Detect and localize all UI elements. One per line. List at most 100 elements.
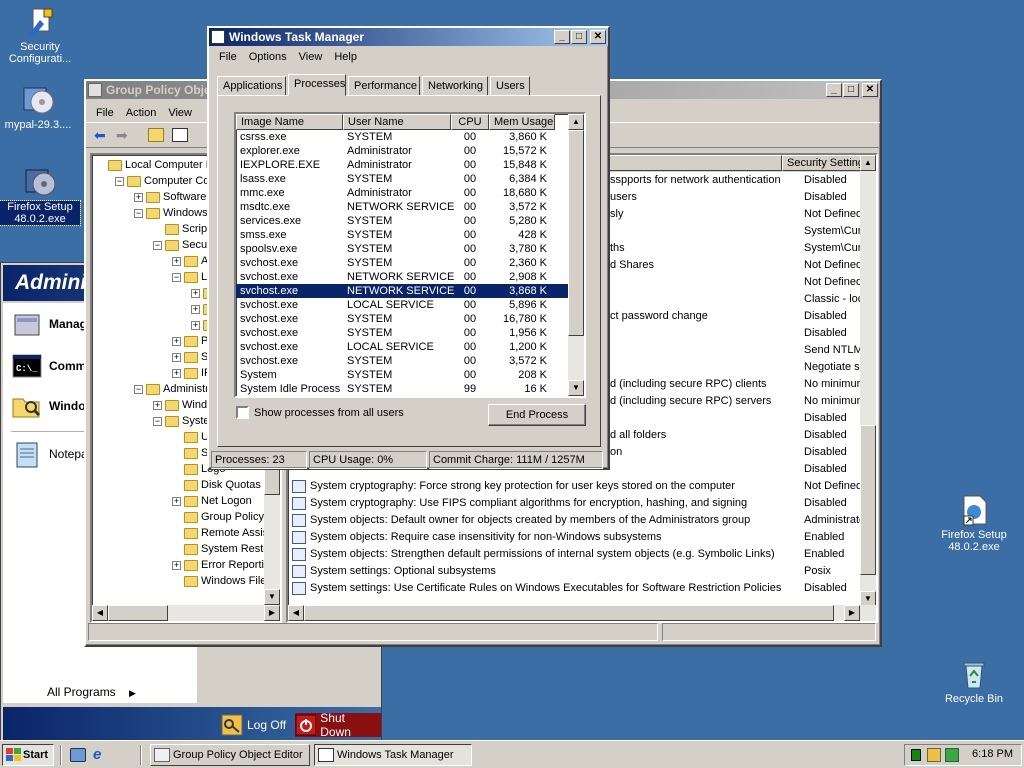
expand-icon[interactable]: + bbox=[172, 256, 181, 266]
scroll-up-arrow[interactable]: ▲ bbox=[568, 114, 584, 130]
process-row[interactable]: lsass.exe SYSTEM 00 6,384 K bbox=[236, 172, 584, 186]
policy-row[interactable]: System objects: Require case insensitivi… bbox=[288, 529, 876, 546]
show-all-processes-checkbox[interactable]: Show processes from all users bbox=[236, 406, 404, 419]
cpu-meter-icon[interactable] bbox=[911, 749, 921, 761]
collapse-icon[interactable]: − bbox=[134, 208, 143, 218]
scroll-down-arrow[interactable]: ▼ bbox=[264, 589, 280, 605]
start-item-notepad[interactable]: Notepa bbox=[11, 437, 88, 471]
desktop-icon-firefox-setup-right[interactable]: Firefox Setup 48.0.2.exe bbox=[934, 494, 1014, 553]
process-row[interactable]: svchost.exe SYSTEM 00 3,572 K bbox=[236, 354, 584, 368]
clock[interactable]: 6:18 PM bbox=[972, 748, 1013, 760]
menu-options[interactable]: Options bbox=[243, 51, 293, 63]
all-programs-button[interactable]: All Programs ▶ bbox=[47, 685, 136, 699]
column-header-user-name[interactable]: User Name bbox=[343, 114, 451, 130]
tree-node[interactable]: − Computer Confi bbox=[115, 173, 221, 189]
minimize-button[interactable]: _ bbox=[554, 30, 570, 44]
scroll-down-arrow[interactable]: ▼ bbox=[568, 380, 584, 396]
desktop-icon-security-config[interactable]: Security Configurati... bbox=[0, 6, 80, 65]
expand-icon[interactable]: + bbox=[172, 496, 181, 506]
task-manager-titlebar[interactable]: Windows Task Manager _ □ ✕ bbox=[209, 28, 608, 46]
security-tray-icon[interactable] bbox=[927, 748, 941, 762]
policy-row[interactable]: System cryptography: Use FIPS compliant … bbox=[288, 495, 876, 512]
process-row[interactable]: smss.exe SYSTEM 00 428 K bbox=[236, 228, 584, 242]
scroll-up-arrow[interactable]: ▲ bbox=[860, 155, 876, 171]
policy-row[interactable]: System cryptography: Force strong key pr… bbox=[288, 478, 876, 495]
end-process-button[interactable]: End Process bbox=[488, 404, 586, 426]
logoff-button[interactable]: Log Off bbox=[221, 713, 286, 737]
expand-icon[interactable]: + bbox=[191, 288, 200, 298]
taskbar-button-task-manager[interactable]: Windows Task Manager bbox=[314, 744, 472, 766]
expand-icon[interactable]: + bbox=[191, 304, 200, 314]
tab-processes[interactable]: Processes bbox=[288, 74, 346, 96]
collapse-icon[interactable]: − bbox=[153, 240, 162, 250]
tab-applications[interactable]: Applications bbox=[217, 76, 286, 96]
forward-arrow-icon[interactable]: ➡ bbox=[116, 127, 128, 144]
menu-file[interactable]: File bbox=[213, 51, 243, 63]
process-row[interactable]: msdtc.exe NETWORK SERVICE 00 3,572 K bbox=[236, 200, 584, 214]
policy-row[interactable]: System objects: Strengthen default permi… bbox=[288, 546, 876, 563]
column-header-mem-usage[interactable]: Mem Usage bbox=[489, 114, 555, 130]
maximize-button[interactable]: □ bbox=[571, 30, 587, 44]
column-header-image-name[interactable]: Image Name bbox=[236, 114, 343, 130]
expand-icon[interactable]: + bbox=[172, 352, 181, 362]
policy-row[interactable]: System settings: Optional subsystems Posi… bbox=[288, 563, 876, 580]
expand-icon[interactable]: + bbox=[134, 192, 143, 202]
process-row[interactable]: explorer.exe Administrator 00 15,572 K bbox=[236, 144, 584, 158]
menu-view[interactable]: View bbox=[162, 107, 198, 119]
collapse-icon[interactable]: − bbox=[172, 272, 181, 282]
start-item-windows-explorer[interactable]: Windo bbox=[11, 389, 86, 423]
scroll-right-arrow[interactable]: ▶ bbox=[264, 605, 280, 621]
maximize-button[interactable]: □ bbox=[843, 83, 859, 97]
expand-icon[interactable]: + bbox=[153, 400, 162, 410]
tab-users[interactable]: Users bbox=[490, 76, 530, 96]
policy-row[interactable]: System objects: Default owner for object… bbox=[288, 512, 876, 529]
menu-file[interactable]: File bbox=[90, 107, 120, 119]
show-tree-icon[interactable] bbox=[172, 128, 188, 142]
scroll-thumb[interactable] bbox=[568, 130, 584, 336]
desktop-icon-recycle-bin[interactable]: Recycle Bin bbox=[934, 658, 1014, 705]
desktop-icon-mypal[interactable]: mypal-29.3.... bbox=[0, 84, 78, 131]
process-row[interactable]: svchost.exe SYSTEM 00 2,360 K bbox=[236, 256, 584, 270]
process-row[interactable]: System Idle Process SYSTEM 99 16 K bbox=[236, 382, 584, 396]
tree-node[interactable]: Remote Assista bbox=[172, 525, 277, 541]
column-header-cpu[interactable]: CPU bbox=[451, 114, 489, 130]
process-list-scrollbar[interactable]: ▲ ▼ bbox=[568, 114, 584, 396]
show-desktop-icon[interactable] bbox=[70, 748, 86, 762]
checkbox-box[interactable] bbox=[236, 406, 249, 419]
taskbar-button-gpo[interactable]: Group Policy Object Editor bbox=[150, 744, 310, 766]
policy-vertical-scrollbar[interactable]: ▲ ▼ bbox=[860, 155, 876, 607]
scroll-right-arrow[interactable]: ▶ bbox=[844, 605, 860, 621]
scroll-left-arrow[interactable]: ◀ bbox=[288, 605, 304, 621]
tree-node[interactable]: + Net Logon bbox=[172, 493, 252, 509]
scroll-thumb[interactable] bbox=[108, 605, 168, 621]
shutdown-button[interactable]: Shut Down bbox=[295, 711, 381, 739]
policy-horizontal-scrollbar[interactable]: ◀ ▶ bbox=[288, 605, 876, 621]
process-row[interactable]: svchost.exe SYSTEM 00 16,780 K bbox=[236, 312, 584, 326]
collapse-icon[interactable]: − bbox=[134, 384, 143, 394]
close-button[interactable]: ✕ bbox=[590, 30, 606, 44]
up-folder-icon[interactable] bbox=[148, 128, 164, 142]
network-tray-icon[interactable] bbox=[945, 748, 959, 762]
process-row[interactable]: svchost.exe LOCAL SERVICE 00 5,896 K bbox=[236, 298, 584, 312]
process-row[interactable]: csrss.exe SYSTEM 00 3,860 K bbox=[236, 130, 584, 144]
tab-performance[interactable]: Performance bbox=[348, 76, 420, 96]
expand-icon[interactable]: + bbox=[172, 560, 181, 570]
collapse-icon[interactable]: − bbox=[115, 176, 124, 186]
tree-node[interactable]: + Error Reporting bbox=[172, 557, 276, 573]
process-row[interactable]: svchost.exe LOCAL SERVICE 00 1,200 K bbox=[236, 340, 584, 354]
collapse-icon[interactable]: − bbox=[153, 416, 162, 426]
scroll-left-arrow[interactable]: ◀ bbox=[92, 605, 108, 621]
desktop-icon-firefox-setup-left[interactable]: Firefox Setup 48.0.2.exe bbox=[0, 166, 81, 226]
tree-node[interactable]: Disk Quotas bbox=[172, 477, 261, 493]
start-item-command-prompt[interactable]: C:\_ Comm bbox=[11, 349, 86, 383]
process-row[interactable]: svchost.exe NETWORK SERVICE 00 3,868 K bbox=[236, 284, 584, 298]
process-row[interactable]: svchost.exe NETWORK SERVICE 00 2,908 K bbox=[236, 270, 584, 284]
process-list[interactable]: Image Name User Name CPU Mem Usage csrss… bbox=[234, 112, 586, 398]
expand-icon[interactable]: + bbox=[191, 320, 200, 330]
start-item-manage[interactable]: Manag bbox=[11, 307, 87, 341]
expand-icon[interactable]: + bbox=[172, 336, 181, 346]
process-row[interactable]: System SYSTEM 00 208 K bbox=[236, 368, 584, 382]
internet-explorer-icon[interactable]: e bbox=[93, 747, 109, 763]
minimize-button[interactable]: _ bbox=[826, 83, 842, 97]
process-row[interactable]: services.exe SYSTEM 00 5,280 K bbox=[236, 214, 584, 228]
